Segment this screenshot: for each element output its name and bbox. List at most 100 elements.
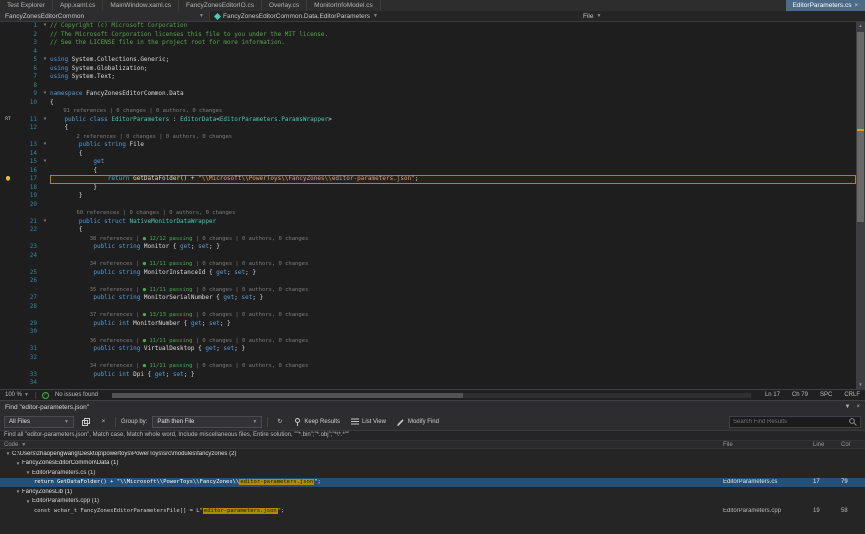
list-view-button[interactable]: List View (348, 416, 389, 428)
fold-chevron-icon[interactable]: ▼ (40, 218, 50, 227)
scroll-down-icon[interactable]: ▼ (856, 381, 865, 389)
code-line[interactable]: 8 (0, 82, 856, 91)
codelens-line[interactable]: 34 references | ● 11/11 passing | 0 chan… (0, 260, 856, 269)
code-line[interactable]: 17 return GetDataFolder() + "\\Microsoft… (0, 175, 856, 184)
search-find-results-box[interactable] (729, 416, 861, 428)
fold-chevron-icon[interactable]: ▼ (40, 116, 50, 125)
document-tab[interactable]: Overlay.cs (262, 0, 307, 11)
document-tab[interactable]: Test Explorer (0, 0, 53, 11)
code-line[interactable]: 34 (0, 379, 856, 388)
code-line[interactable]: 10{ (0, 99, 856, 108)
margin-badge[interactable]: RT (0, 116, 16, 125)
codelens-line[interactable]: 2 references | 0 changes | 0 authors, 0 … (0, 133, 856, 142)
document-tab[interactable]: MonitorInfoModel.cs (307, 0, 381, 11)
editor-vertical-scrollbar[interactable]: ▲ ▼ (856, 22, 865, 389)
line-ending-indicator[interactable]: CRLF (844, 392, 860, 398)
fold-chevron-icon[interactable]: ▼ (40, 90, 50, 99)
group-by-dropdown[interactable]: Path then File ▼ (152, 416, 262, 428)
keep-results-button[interactable]: Keep Results (291, 416, 343, 428)
code-line[interactable]: 20 (0, 201, 856, 210)
code-line[interactable]: 32 (0, 354, 856, 363)
find-tree-row[interactable]: ▼EditorParameters.cs (1) (0, 468, 865, 478)
chevron-down-icon[interactable]: ▼ (4, 451, 12, 456)
code-line[interactable]: 9▼namespace FancyZonesEditorCommon.Data (0, 90, 856, 99)
code-line[interactable]: RT11▼ public class EditorParameters : Ed… (0, 116, 856, 125)
codelens-line[interactable]: 60 references | 0 changes | 0 authors, 0… (0, 209, 856, 218)
code-editor[interactable]: 1▼// Copyright (c) Microsoft Corporation… (0, 22, 856, 389)
project-dropdown[interactable]: FancyZonesEditorCommon ▼ (0, 11, 210, 21)
chevron-down-icon[interactable]: ▼ (14, 461, 22, 466)
code-line[interactable]: 15▼ get (0, 158, 856, 167)
code-line[interactable]: 24 (0, 252, 856, 261)
code-line[interactable]: 21▼ public struct NativeMonitorDataWrapp… (0, 218, 856, 227)
code-line[interactable]: 27 public string MonitorSerialNumber { g… (0, 294, 856, 303)
codelens-line[interactable]: 36 references | ● 11/11 passing | 0 chan… (0, 337, 856, 346)
find-result-row[interactable]: const wchar_t FancyZonesEditorParameters… (0, 506, 865, 516)
code-line[interactable]: 30 (0, 328, 856, 337)
close-icon[interactable]: × (856, 404, 860, 410)
find-result-row[interactable]: return GetDataFolder() + "\\Microsoft\\P… (0, 478, 865, 488)
code-line[interactable]: 28 (0, 303, 856, 312)
column-header-file[interactable]: File (723, 442, 813, 448)
find-tree-row[interactable]: ▼C:\Users\zhaopengwang\Desktop\powertoys… (0, 449, 865, 459)
code-line[interactable]: 19 } (0, 192, 856, 201)
code-line[interactable]: 4 (0, 48, 856, 57)
scrollbar-thumb[interactable] (112, 393, 463, 398)
code-line[interactable]: 3// See the LICENSE file in the project … (0, 39, 856, 48)
find-tree-row[interactable]: ▼FancyZonesLib (1) (0, 487, 865, 497)
column-header-code[interactable]: Code ▼ (0, 442, 723, 448)
quick-actions-lightbulb-icon[interactable] (0, 175, 16, 184)
document-tab[interactable]: App.xaml.cs (53, 0, 103, 11)
code-line[interactable]: 2// The Microsoft Corporation licenses t… (0, 31, 856, 40)
codelens-line[interactable]: 34 references | ● 11/11 passing | 0 chan… (0, 362, 856, 371)
member-dropdown[interactable]: File ▼ (578, 11, 865, 21)
codelens-line[interactable]: 38 references | ● 12/12 passing | 0 chan… (0, 235, 856, 244)
space-mode-indicator[interactable]: SPC (820, 392, 832, 398)
code-line[interactable]: 18 } (0, 184, 856, 193)
no-issues-icon[interactable]: ✓ (42, 392, 49, 399)
document-tab[interactable]: FancyZonesEditorIO.cs (179, 0, 262, 11)
codelens-line[interactable]: 37 references | ● 13/13 passing | 0 chan… (0, 311, 856, 320)
code-line[interactable]: 29 public int MonitorNumber { get; set; … (0, 320, 856, 329)
fold-chevron-icon[interactable]: ▼ (40, 158, 50, 167)
chevron-down-icon[interactable]: ▼ (845, 404, 851, 410)
chevron-down-icon[interactable]: ▼ (14, 489, 22, 494)
scroll-up-icon[interactable]: ▲ (856, 22, 865, 30)
close-icon[interactable]: × (854, 3, 858, 9)
refresh-icon[interactable]: ↻ (273, 416, 286, 428)
code-line[interactable]: 14 { (0, 150, 856, 159)
code-line[interactable]: 6using System.Globalization; (0, 65, 856, 74)
code-line[interactable]: 23 public string Monitor { get; set; } (0, 243, 856, 252)
chevron-down-icon[interactable]: ▼ (24, 499, 32, 504)
document-tab[interactable]: MainWindow.xaml.cs (103, 0, 179, 11)
zoom-control[interactable]: 100 % ▼ (5, 392, 29, 398)
column-indicator[interactable]: Ch 79 (792, 392, 808, 398)
code-line[interactable]: 7using System.Text; (0, 73, 856, 82)
find-tree-row[interactable]: ▼FancyZonesEditorCommon\Data (1) (0, 459, 865, 469)
fold-chevron-icon[interactable]: ▼ (40, 141, 50, 150)
fold-chevron-icon[interactable]: ▼ (40, 56, 50, 65)
copy-results-icon[interactable] (79, 416, 92, 428)
codelens-line[interactable]: 91 references | 0 changes | 0 authors, 0… (0, 107, 856, 116)
code-line[interactable]: 16 { (0, 167, 856, 176)
find-tree-row[interactable]: ▼EditorParameters.cpp (1) (0, 497, 865, 507)
code-line[interactable]: 13▼ public string File (0, 141, 856, 150)
search-input[interactable] (733, 419, 849, 425)
codelens-line[interactable]: 35 references | ● 11/11 passing | 0 chan… (0, 286, 856, 295)
editor-horizontal-scrollbar[interactable] (112, 393, 751, 398)
code-line[interactable]: 1▼// Copyright (c) Microsoft Corporation (0, 22, 856, 31)
type-dropdown[interactable]: FancyZonesEditorCommon.Data.EditorParame… (210, 11, 578, 21)
modify-find-button[interactable]: Modify Find (394, 416, 442, 428)
find-panel-header[interactable]: Find "editor-parameters.json" ▼ × (0, 401, 865, 413)
tab-editorparameters-cs[interactable]: EditorParameters.cs × (786, 0, 865, 11)
code-line[interactable]: 33 public int Dpi { get; set; } (0, 371, 856, 380)
fold-chevron-icon[interactable]: ▼ (40, 22, 50, 31)
scope-dropdown[interactable]: All Files ▼ (4, 416, 74, 428)
code-line[interactable]: 22 { (0, 226, 856, 235)
code-line[interactable]: 31 public string VirtualDesktop { get; s… (0, 345, 856, 354)
column-header-line[interactable]: Line (813, 442, 841, 448)
scrollbar-thumb[interactable] (857, 32, 864, 222)
clear-results-icon[interactable]: × (97, 416, 110, 428)
column-header-col[interactable]: Col (841, 442, 865, 448)
line-indicator[interactable]: Ln 17 (765, 392, 780, 398)
